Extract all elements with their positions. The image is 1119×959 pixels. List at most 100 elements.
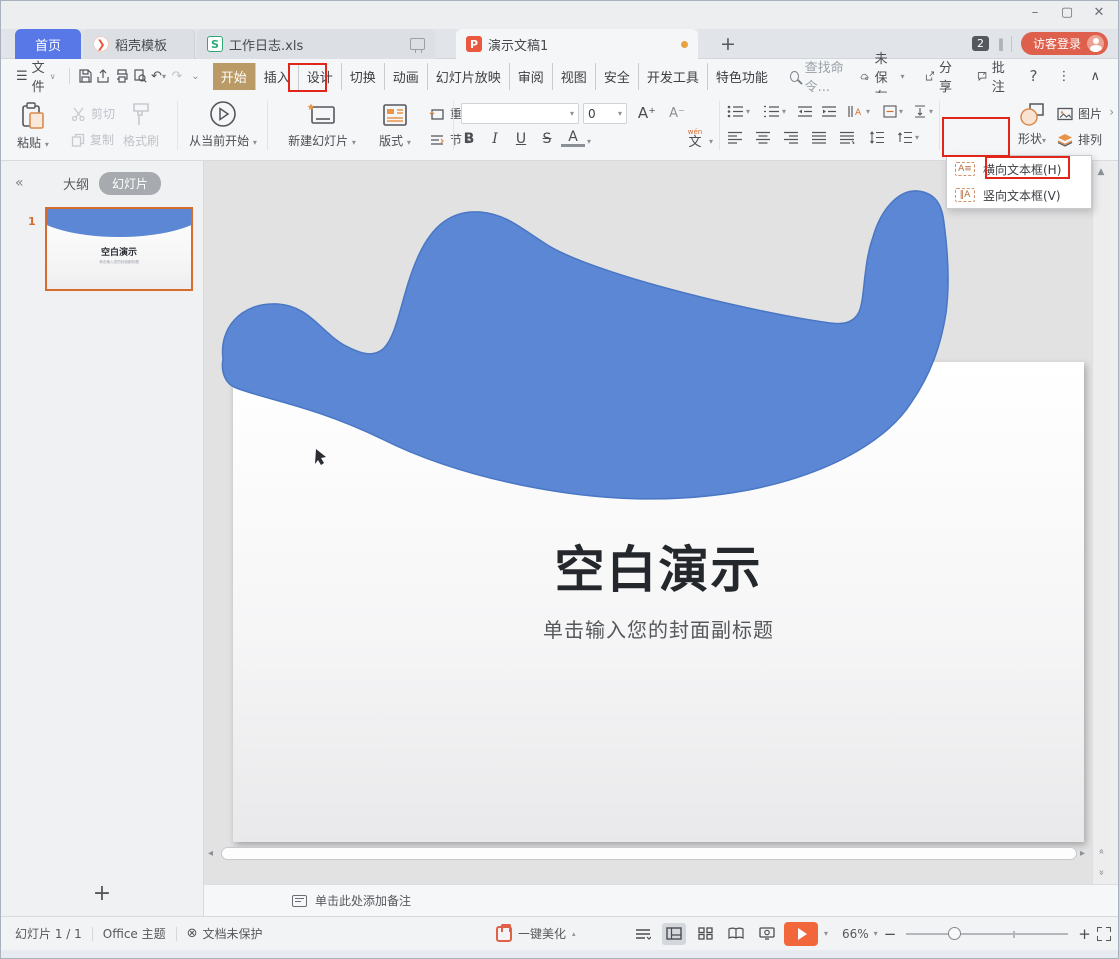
menu-tab-slideshow[interactable]: 幻灯片放映 (427, 63, 509, 90)
print-button[interactable] (112, 64, 130, 88)
bold-button[interactable]: B (457, 129, 481, 149)
fit-to-window-button[interactable] (1097, 927, 1111, 941)
collapse-ribbon-button[interactable]: ∧ (1083, 69, 1109, 84)
theme-name[interactable]: Office 主题 (103, 925, 166, 942)
print-preview-button[interactable] (131, 64, 149, 88)
new-slide-button[interactable]: 新建幻灯片 ▾ (279, 101, 365, 149)
notes-bar[interactable]: 单击此处添加备注 (204, 884, 1118, 916)
menu-tab-special[interactable]: 特色功能 (707, 63, 776, 90)
slideshow-play-caret[interactable]: ▾ (824, 929, 828, 938)
zoom-out-button[interactable]: − (884, 925, 897, 943)
save-button[interactable] (75, 64, 93, 88)
tab-home[interactable]: 首页 (15, 29, 81, 59)
main-menu-button[interactable]: ☰ 文件 ∨ (9, 63, 63, 89)
screen-share-icon[interactable] (410, 38, 425, 50)
notes-toggle-button[interactable] (631, 923, 655, 945)
font-size-combobox[interactable]: 0▾ (583, 103, 627, 124)
redo-button[interactable]: ↷ (168, 64, 186, 88)
underline-button[interactable]: U (509, 129, 533, 149)
freeform-shape[interactable] (204, 161, 1094, 886)
subscript-button[interactable] (629, 129, 653, 149)
font-color-caret[interactable]: ▾ (587, 137, 591, 146)
more-menu-button[interactable]: ⋮ (1050, 69, 1079, 84)
help-button[interactable]: ? (1022, 67, 1046, 85)
menu-item-vertical-textbox[interactable]: ‖A 竖向文本框(V) (947, 182, 1091, 208)
undo-button[interactable]: ↶▾ (149, 64, 167, 88)
numbered-list-button[interactable]: ▾ (763, 105, 786, 118)
document-protection[interactable]: ⊗ 文档未保护 (187, 925, 263, 942)
tab-presentation1[interactable]: P 演示文稿1 (456, 29, 698, 59)
shrink-font-button[interactable]: A⁻ (665, 103, 689, 123)
menu-tab-transition[interactable]: 切换 (341, 63, 384, 90)
font-family-combobox[interactable]: ▾ (461, 103, 579, 124)
shapes-button[interactable]: 形状▾ (1011, 101, 1053, 147)
add-slide-button[interactable]: + (1, 881, 203, 906)
strikethrough-button[interactable]: S (535, 129, 559, 149)
previous-slide-button[interactable]: « (1096, 848, 1107, 854)
collapse-panel-button[interactable]: « (15, 175, 24, 191)
find-command-search[interactable]: 查找命令... (790, 57, 853, 95)
menu-tab-review[interactable]: 审阅 (509, 63, 552, 90)
pinyin-guide-button[interactable]: wén 文 (683, 126, 707, 152)
tab-outline[interactable]: 大纲 (63, 174, 89, 193)
new-tab-button[interactable]: + (713, 29, 743, 59)
menu-tab-home[interactable]: 开始 (213, 63, 255, 90)
zoom-thumb[interactable] (948, 927, 961, 940)
tab-worklog-xls[interactable]: S 工作日志.xls (197, 29, 435, 59)
ribbon-scroll-right-icon[interactable]: › (1109, 105, 1114, 119)
menu-tab-animation[interactable]: 动画 (384, 63, 427, 90)
align-text-button[interactable]: ▾ (883, 105, 903, 118)
font-color-button[interactable]: A (561, 129, 585, 147)
slide-thumbnail[interactable]: 空白演示 单击输入您的封面副标题 (45, 207, 193, 291)
increase-indent-button[interactable] (821, 105, 837, 118)
text-direction-button[interactable]: A▾ (847, 105, 870, 118)
menu-item-horizontal-textbox[interactable]: A≡ 横向文本框(H) (947, 156, 1091, 182)
italic-button[interactable]: I (483, 129, 507, 149)
maximize-button[interactable]: ▢ (1058, 5, 1076, 20)
menu-tab-view[interactable]: 视图 (552, 63, 595, 90)
next-slide-button[interactable]: » (1096, 869, 1107, 875)
play-from-current-button[interactable]: 从当前开始 ▾ (187, 99, 259, 149)
paste-button[interactable]: 粘贴 ▾ (17, 101, 49, 151)
slide-sorter-button[interactable] (693, 923, 717, 945)
share-button[interactable]: 分享 (917, 57, 965, 95)
menu-tab-insert[interactable]: 插入 (255, 63, 298, 90)
align-left-button[interactable] (727, 131, 743, 144)
clear-format-button[interactable] (657, 129, 681, 149)
normal-view-button[interactable] (662, 923, 686, 945)
tab-slides[interactable]: 幻灯片 (99, 172, 161, 195)
align-right-button[interactable] (783, 131, 799, 144)
tab-docer-templates[interactable]: ❯ 稻壳模板 (83, 29, 195, 59)
pinyin-caret[interactable]: ▾ (709, 137, 713, 146)
distribute-button[interactable] (839, 131, 855, 144)
slideshow-view-button[interactable] (755, 923, 779, 945)
menu-tab-security[interactable]: 安全 (595, 63, 638, 90)
align-center-button[interactable] (755, 131, 771, 144)
zoom-slider[interactable] (906, 927, 1068, 941)
superscript-button[interactable] (601, 129, 625, 149)
close-button[interactable]: ✕ (1090, 5, 1108, 20)
paragraph-spacing-button[interactable]: ▾ (897, 131, 919, 144)
scroll-up-icon[interactable]: ▲ (1093, 167, 1109, 177)
line-spacing-button[interactable] (869, 131, 885, 144)
picture-button[interactable]: 图片 (1057, 105, 1102, 122)
bullet-list-button[interactable]: ▾ (727, 105, 750, 118)
zoom-level[interactable]: 66% ▾ (842, 927, 878, 941)
justify-button[interactable] (811, 131, 827, 144)
menu-tab-design[interactable]: 设计 (298, 63, 341, 90)
vertical-scrollbar[interactable]: ▲ « » (1092, 161, 1109, 886)
comment-button[interactable]: 批注 (969, 57, 1018, 95)
slide-canvas[interactable]: 空白演示 单击输入您的封面副标题 ◂ ▸ (204, 161, 1094, 886)
slideshow-play-button[interactable] (784, 922, 818, 946)
layout-button[interactable]: 版式 ▾ (369, 101, 421, 149)
format-painter-button[interactable]: 格式刷 (123, 101, 159, 149)
beautify-button[interactable]: 一键美化 ▴ (496, 925, 576, 942)
minimize-button[interactable]: – (1026, 5, 1044, 20)
export-button[interactable] (94, 64, 112, 88)
vertical-align-button[interactable]: ▾ (913, 105, 933, 118)
decrease-indent-button[interactable] (797, 105, 813, 118)
arrange-button[interactable]: 排列 (1057, 131, 1102, 148)
reading-view-button[interactable] (724, 923, 748, 945)
cut-button[interactable]: 剪切 (71, 105, 115, 122)
customize-quickbar-button[interactable]: ⌄ (186, 64, 204, 88)
